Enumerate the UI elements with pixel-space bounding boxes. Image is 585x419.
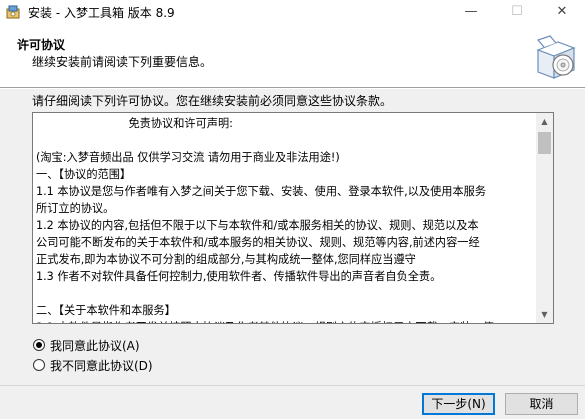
page-title: 许可协议 xyxy=(17,38,66,52)
license-text: 免责协议和许可声明: (淘宝:入梦音频出品 仅供学习交流 请勿用于商业及非法用途… xyxy=(36,115,530,323)
footer-divider xyxy=(0,385,585,386)
title-bar: 安装 - 入梦工具箱 版本 8.9 — ☐ ✕ xyxy=(0,0,585,24)
decline-radio-option[interactable]: 我不同意此协议(D) xyxy=(33,357,153,373)
window-title: 安装 - 入梦工具箱 版本 8.9 xyxy=(28,6,175,20)
cancel-button[interactable]: 取消 xyxy=(505,393,578,415)
license-line: 正式发布,即为本协议不可分割的组成部分,与其构成统一整体,您同样应当遵守 xyxy=(36,253,416,266)
accept-radio-option[interactable]: 我同意此协议(A) xyxy=(33,337,140,353)
license-line xyxy=(36,285,530,302)
license-line: 免责协议和许可声明: xyxy=(36,117,233,130)
license-line: (淘宝:入梦音频出品 仅供学习交流 请勿用于商业及非法用途!) xyxy=(36,151,340,164)
license-line: 2.1 本软件是指作者开发并按照本协议及作者其他协议、规则之约定授权用户下载、安… xyxy=(36,319,530,323)
license-scrollbar[interactable]: ▲ ▼ xyxy=(536,113,553,323)
instruction-text: 请仔细阅读下列许可协议。您在继续安装前必须同意这些协议条款。 xyxy=(32,94,393,108)
software-box-with-cd-icon xyxy=(536,35,576,79)
installer-app-icon xyxy=(6,5,20,19)
close-button[interactable]: ✕ xyxy=(539,0,585,24)
license-line: 所订立的协议。 xyxy=(36,202,115,215)
maximize-button[interactable]: ☐ xyxy=(494,0,540,24)
wizard-header: 许可协议 继续安装前请阅读下列重要信息。 xyxy=(0,24,585,87)
license-line: 二、【关于本软件和本服务】 xyxy=(36,304,176,317)
license-line: 1.2 本协议的内容,包括但不限于以下与本软件和/或本服务相关的协议、规则、规范… xyxy=(36,219,479,232)
scroll-up-icon[interactable]: ▲ xyxy=(536,113,553,130)
license-line: 1.3 作者不对软件具备任何控制力,使用软件者、传播软件导出的声音者自负全责。 xyxy=(36,270,442,283)
license-line: 1.1 本协议是您与作者唯有入梦之间关于您下载、安装、使用、登录本软件,以及使用… xyxy=(36,185,487,198)
decline-label: 我不同意此协议(D) xyxy=(50,358,153,373)
accept-label: 我同意此协议(A) xyxy=(50,338,140,353)
license-textbox[interactable]: 免责协议和许可声明: (淘宝:入梦音频出品 仅供学习交流 请勿用于商业及非法用途… xyxy=(32,112,554,324)
license-line xyxy=(36,132,530,149)
minimize-button[interactable]: — xyxy=(448,0,494,24)
scroll-thumb[interactable] xyxy=(538,132,551,154)
accept-radio[interactable] xyxy=(33,339,45,351)
scroll-down-icon[interactable]: ▼ xyxy=(536,306,553,323)
decline-radio[interactable] xyxy=(33,359,45,371)
license-line: 公司可能不断发布的关于本软件和/或本服务的相关协议、规则、规范等内容,前述内容一… xyxy=(36,236,480,249)
header-divider-highlight xyxy=(0,88,585,89)
next-button[interactable]: 下一步(N) xyxy=(422,393,495,415)
license-line: 一、【协议的范围】 xyxy=(36,168,132,181)
page-subtitle: 继续安装前请阅读下列重要信息。 xyxy=(32,55,213,69)
